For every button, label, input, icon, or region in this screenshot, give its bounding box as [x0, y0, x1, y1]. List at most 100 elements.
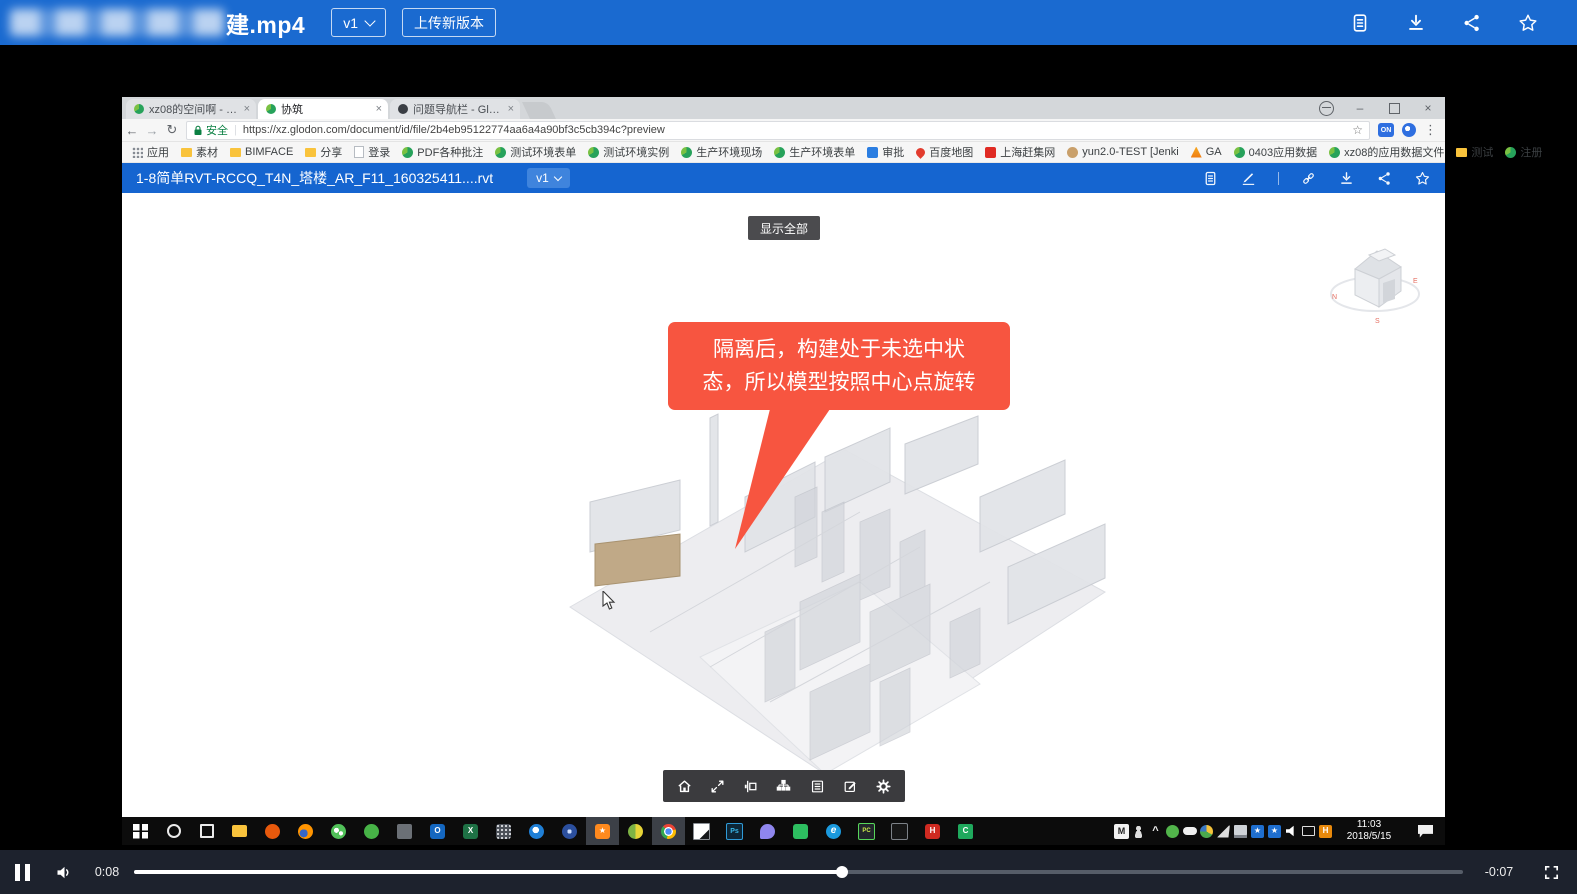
bookmark-item[interactable]: 审批: [861, 144, 910, 160]
extension-on-badge[interactable]: ON: [1378, 123, 1394, 137]
browser-menu-icon[interactable]: ⋮: [1424, 122, 1437, 138]
browser-tab-1[interactable]: xz08的空间啊 - 协筑 ×: [126, 99, 256, 119]
structure-tree-icon[interactable]: [775, 778, 792, 795]
bookmark-item[interactable]: PDF各种批注: [396, 144, 489, 160]
taskbar-app[interactable]: [751, 817, 784, 845]
restore-button[interactable]: [1377, 97, 1411, 119]
taskbar-app[interactable]: [619, 817, 652, 845]
security-indicator[interactable]: 安全: [193, 122, 228, 138]
bookmark-item[interactable]: yun2.0-TEST [Jenki: [1061, 146, 1184, 158]
taskbar-app[interactable]: X: [454, 817, 487, 845]
bookmark-item[interactable]: 测试: [1450, 144, 1499, 160]
tab-close-icon[interactable]: ×: [508, 103, 514, 115]
favorite-star-icon[interactable]: [1517, 12, 1539, 34]
taskbar-app[interactable]: [223, 817, 256, 845]
taskbar-app[interactable]: O: [421, 817, 454, 845]
tray-item[interactable]: [1181, 817, 1198, 845]
upload-new-version-button[interactable]: 上传新版本: [402, 8, 496, 37]
show-all-button[interactable]: 显示全部: [748, 216, 820, 240]
tray-item[interactable]: M: [1113, 817, 1130, 845]
action-center-icon[interactable]: [1418, 825, 1433, 838]
taskbar-app[interactable]: [685, 817, 718, 845]
link-icon[interactable]: [1300, 170, 1317, 187]
bookmark-item[interactable]: 测试环境实例: [582, 144, 675, 160]
tray-item[interactable]: ★: [1249, 817, 1266, 845]
volume-button[interactable]: [44, 850, 84, 894]
notes-icon[interactable]: [1202, 170, 1219, 187]
download-icon[interactable]: [1338, 170, 1355, 187]
bookmark-item[interactable]: 上海赶集网: [979, 144, 1061, 160]
video-stage[interactable]: xz08的空间啊 - 协筑 × 协筑 × 问题导航栏 - Glodon JIR …: [0, 45, 1577, 850]
tray-item[interactable]: [1215, 817, 1232, 845]
taskbar-app[interactable]: C: [949, 817, 982, 845]
taskbar-app[interactable]: [289, 817, 322, 845]
bookmark-item[interactable]: 测试环境表单: [489, 144, 582, 160]
bookmark-item[interactable]: BIMFACE: [224, 146, 299, 158]
list-icon[interactable]: [809, 778, 826, 795]
tray-item[interactable]: H: [1317, 817, 1334, 845]
bookmark-item[interactable]: 注册: [1499, 144, 1548, 160]
taskbar-app[interactable]: [388, 817, 421, 845]
new-tab-button[interactable]: [522, 102, 556, 119]
tab-close-icon[interactable]: ×: [244, 103, 250, 115]
taskbar-app[interactable]: [487, 817, 520, 845]
bookmark-item[interactable]: 生产环境表单: [768, 144, 861, 160]
taskbar-app[interactable]: [256, 817, 289, 845]
markup-icon[interactable]: [842, 778, 859, 795]
model-3d[interactable]: [560, 402, 1110, 792]
view-cube-house[interactable]: N E S: [1325, 237, 1425, 325]
taskbar-app[interactable]: Ps: [718, 817, 751, 845]
taskbar-clock[interactable]: 11:03 2018/5/15: [1340, 819, 1398, 844]
bookmark-item[interactable]: 分享: [299, 144, 348, 160]
home-icon[interactable]: [676, 778, 693, 795]
minimize-button[interactable]: –: [1343, 97, 1377, 119]
tray-item[interactable]: [1300, 817, 1317, 845]
taskbar-app[interactable]: [157, 817, 190, 845]
settings-gear-icon[interactable]: [875, 778, 892, 795]
taskbar-app[interactable]: [652, 817, 685, 845]
share-icon[interactable]: [1461, 12, 1483, 34]
download-icon[interactable]: [1405, 12, 1427, 34]
bookmark-item[interactable]: GA: [1185, 146, 1228, 158]
taskbar-app[interactable]: [124, 817, 157, 845]
taskbar-app[interactable]: [784, 817, 817, 845]
browser-tab-3[interactable]: 问题导航栏 - Glodon JIR ×: [390, 99, 520, 119]
fit-view-icon[interactable]: [709, 778, 726, 795]
browser-tab-2-active[interactable]: 协筑 ×: [258, 99, 388, 119]
pause-button[interactable]: [0, 850, 44, 894]
favorite-star-icon[interactable]: [1414, 170, 1431, 187]
bookmark-item[interactable]: 登录: [348, 144, 396, 160]
tab-close-icon[interactable]: ×: [376, 103, 382, 115]
forward-icon[interactable]: →: [142, 123, 162, 138]
taskbar-app[interactable]: PC: [850, 817, 883, 845]
bookmark-item[interactable]: 0403应用数据: [1228, 144, 1323, 160]
section-icon[interactable]: [742, 778, 759, 795]
taskbar-app[interactable]: [322, 817, 355, 845]
taskbar-app[interactable]: e: [817, 817, 850, 845]
progress-handle[interactable]: [836, 866, 848, 878]
profile-icon[interactable]: [1309, 97, 1343, 119]
bookmark-star-icon[interactable]: ☆: [1352, 123, 1363, 137]
bookmark-item[interactable]: 应用: [126, 144, 175, 160]
taskbar-app[interactable]: ★: [586, 817, 619, 845]
tray-item[interactable]: [1130, 817, 1147, 845]
taskbar-app[interactable]: [883, 817, 916, 845]
model-version-select[interactable]: v1: [527, 168, 570, 188]
viewer-canvas[interactable]: 显示全部: [122, 193, 1445, 817]
taskbar-app[interactable]: [553, 817, 586, 845]
fullscreen-button[interactable]: [1525, 850, 1577, 894]
reload-icon[interactable]: ↻: [162, 122, 182, 138]
close-button[interactable]: ×: [1411, 97, 1445, 119]
taskbar-app[interactable]: [355, 817, 388, 845]
tray-item[interactable]: ^: [1147, 817, 1164, 845]
share-icon[interactable]: [1376, 170, 1393, 187]
tray-item[interactable]: [1164, 817, 1181, 845]
bookmark-item[interactable]: xz08的应用数据文件: [1323, 144, 1450, 160]
tray-item[interactable]: [1232, 817, 1249, 845]
extension-icon[interactable]: [1402, 123, 1416, 137]
annotate-pen-icon[interactable]: [1240, 170, 1257, 187]
bookmark-item[interactable]: 生产环境现场: [675, 144, 768, 160]
bookmark-item[interactable]: 素材: [175, 144, 224, 160]
address-bar[interactable]: 安全 | https://xz.glodon.com/document/id/f…: [186, 121, 1370, 140]
notes-icon[interactable]: [1349, 12, 1371, 34]
